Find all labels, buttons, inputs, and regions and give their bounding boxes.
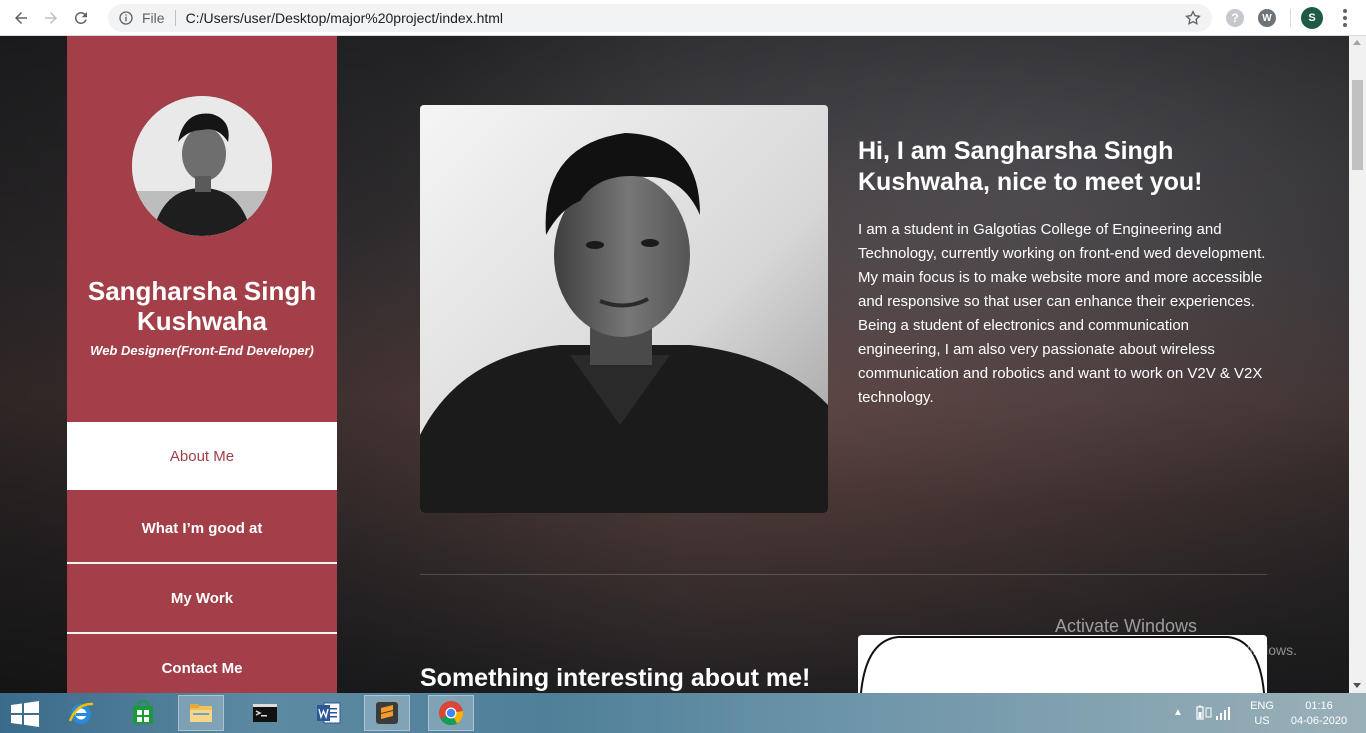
hero-photo <box>420 105 828 513</box>
windows-taskbar: ▲ ENG US 01:16 04-06-2020 <box>0 693 1366 733</box>
person-photo-icon <box>132 96 272 236</box>
region-code: US <box>1254 715 1270 727</box>
scroll-thumb[interactable] <box>1352 80 1363 170</box>
taskbar-internet-explorer[interactable] <box>58 695 104 731</box>
intro-paragraph: I am a student in Galgotias College of E… <box>858 221 1266 310</box>
scroll-up-icon[interactable] <box>1353 40 1361 45</box>
section-heading: Something interesting about me! <box>420 664 811 692</box>
taskbar-command-prompt[interactable] <box>242 695 288 731</box>
address-separator <box>174 10 176 26</box>
address-bar[interactable]: File C:/Users/user/Desktop/major%20proje… <box>108 4 1212 32</box>
nav-my-work[interactable]: My Work <box>67 564 337 632</box>
page-viewport: Sangharsha Singh Kushwaha Web Designer(F… <box>0 36 1349 693</box>
profile-photo <box>132 96 272 236</box>
profile-avatar[interactable]: S <box>1301 7 1323 29</box>
store-icon <box>133 699 153 724</box>
browser-menu-icon[interactable] <box>1336 9 1354 27</box>
back-button[interactable] <box>6 3 36 33</box>
reload-button[interactable] <box>66 3 96 33</box>
language-code: ENG <box>1250 700 1274 712</box>
taskbar-chrome[interactable] <box>428 695 474 731</box>
scheme-label: File <box>142 10 165 26</box>
chrome-icon <box>439 701 463 726</box>
nav-about-me[interactable]: About Me <box>67 422 337 490</box>
info-icon[interactable] <box>118 10 134 26</box>
intro-paragraph: Being a student of electronics and commu… <box>858 317 1263 406</box>
internet-explorer-icon <box>68 702 94 724</box>
section-divider <box>420 574 1267 575</box>
activation-watermark-title: Activate Windows <box>1055 616 1198 636</box>
profile-name: Sangharsha Singh Kushwaha <box>87 276 317 336</box>
reload-icon <box>74 11 87 24</box>
scroll-down-icon[interactable] <box>1353 683 1361 688</box>
nav-skills[interactable]: What I’m good at <box>67 494 337 562</box>
forward-button[interactable] <box>36 3 66 33</box>
page-scrollbar[interactable] <box>1349 36 1366 693</box>
person-photo-icon <box>420 105 828 513</box>
browser-toolbar: File C:/Users/user/Desktop/major%20proje… <box>0 0 1366 36</box>
extension-w-icon[interactable]: W <box>1258 9 1276 27</box>
word-icon <box>317 702 341 724</box>
taskbar-file-explorer[interactable] <box>178 695 224 731</box>
arrow-right-icon <box>45 11 57 24</box>
taskbar-sublime-text[interactable] <box>364 695 410 731</box>
system-clock[interactable]: 01:16 04-06-2020 <box>1286 699 1352 729</box>
bookmark-star-icon[interactable] <box>1184 9 1202 27</box>
command-prompt-icon <box>253 704 277 722</box>
keyboard-language[interactable]: ENG US <box>1248 699 1276 729</box>
clock-date: 04-06-2020 <box>1290 715 1348 727</box>
activation-watermark-subtitle: Go to PC settings to activate Windows. <box>1055 642 1297 658</box>
intro-text: I am a student in Galgotias College of E… <box>858 218 1270 410</box>
url-text[interactable]: C:/Users/user/Desktop/major%20project/in… <box>186 10 503 26</box>
extension-help-icon[interactable]: ? <box>1226 9 1244 27</box>
taskbar-word[interactable] <box>306 695 352 731</box>
arrow-left-icon <box>15 11 27 24</box>
sidebar: Sangharsha Singh Kushwaha Web Designer(F… <box>67 36 337 693</box>
taskbar-store[interactable] <box>120 695 166 731</box>
toolbar-divider <box>1290 9 1291 27</box>
windows-start-icon[interactable] <box>10 701 40 727</box>
profile-role: Web Designer(Front-End Developer) <box>90 343 314 358</box>
clock-time: 01:16 <box>1305 700 1333 712</box>
nav-contact-me[interactable]: Contact Me <box>67 634 337 693</box>
folder-icon <box>190 704 212 722</box>
tray-battery-signal-icon[interactable] <box>1196 705 1236 721</box>
tray-overflow-icon[interactable]: ▲ <box>1173 707 1183 718</box>
sublime-text-icon <box>376 702 398 724</box>
intro-heading: Hi, I am Sangharsha Singh Kushwaha, nice… <box>858 137 1203 196</box>
